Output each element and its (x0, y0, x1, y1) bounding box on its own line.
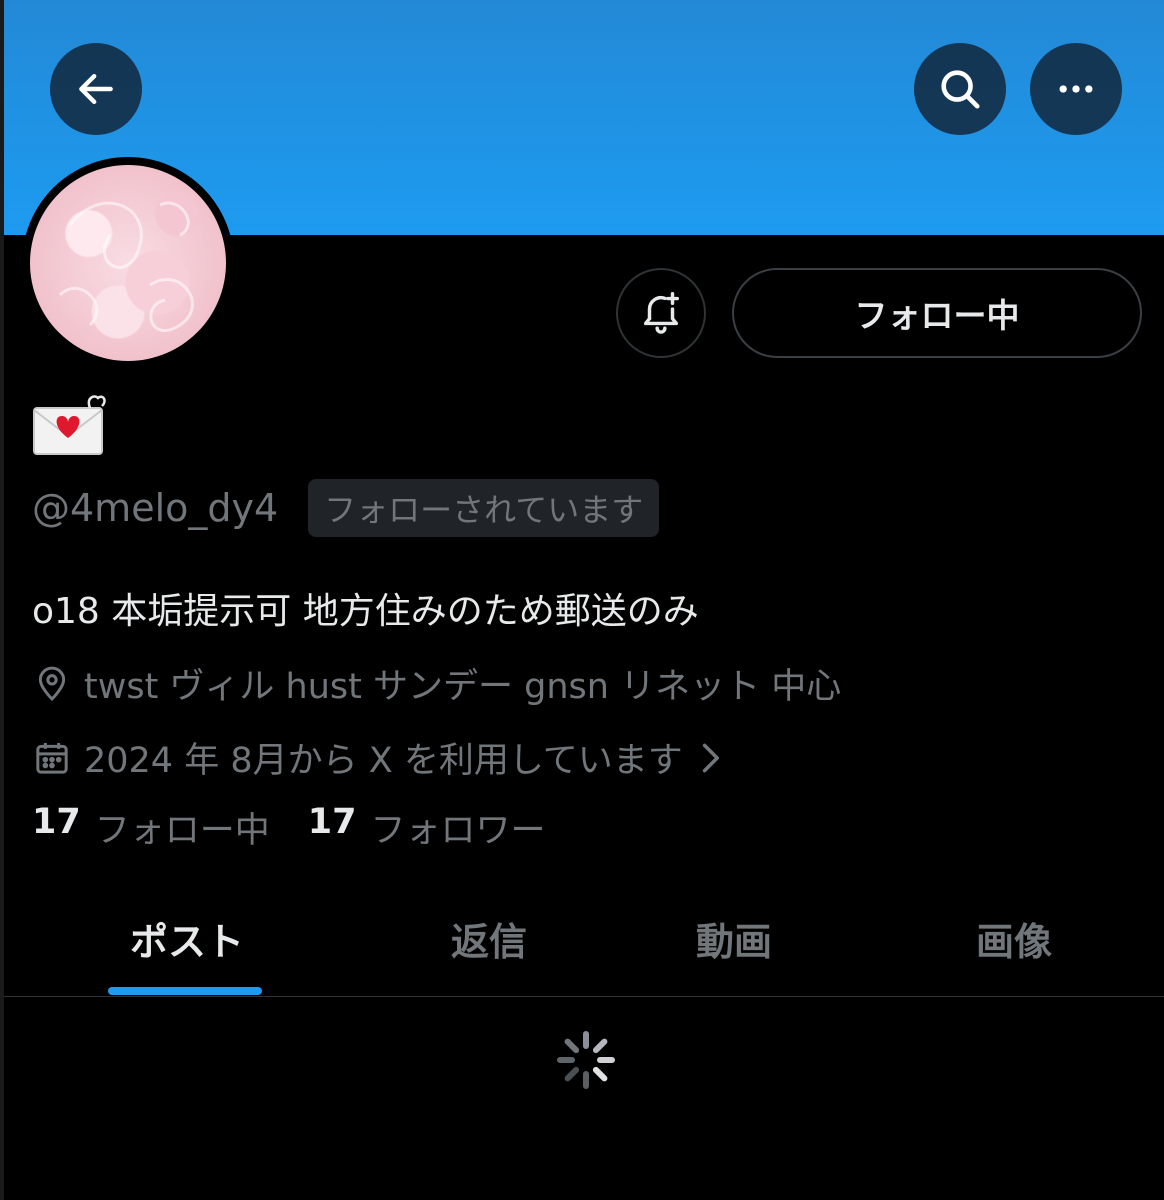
more-options-button[interactable] (1030, 43, 1122, 135)
profile-location: twst ヴィル hust サンデー gnsn リネット 中心 (84, 667, 842, 707)
active-tab-indicator (108, 987, 262, 995)
search-icon (937, 66, 983, 112)
tab-posts[interactable]: ポスト (108, 880, 266, 996)
profile-bio: o18 本垢提示可 地方住みのため郵送のみ (32, 591, 699, 632)
more-horizontal-icon (1054, 67, 1098, 111)
followers-label: フォロワー (370, 811, 546, 851)
tab-replies[interactable]: 返信 (414, 880, 564, 996)
avatar-image (30, 165, 226, 361)
search-button[interactable] (914, 43, 1006, 135)
calendar-icon (32, 738, 72, 778)
following-label: フォロー中 (94, 811, 270, 851)
follows-you-badge: フォローされています (308, 479, 660, 537)
joined-row[interactable]: 2024 年 8月から X を利用しています (32, 732, 725, 783)
back-button[interactable] (50, 43, 142, 135)
avatar[interactable] (22, 157, 234, 369)
love-letter-emoji (32, 395, 108, 460)
tab-images[interactable]: 画像 (934, 880, 1094, 996)
location-pin-icon (32, 664, 72, 704)
profile-joined-date: 2024 年 8月から X を利用しています (84, 741, 683, 781)
followers-count-link[interactable]: 17 フォロワー (308, 802, 546, 853)
follow-counts: 17 フォロー中 17 フォロワー (32, 802, 583, 853)
followers-count: 17 (307, 802, 357, 842)
arrow-left-icon (74, 67, 118, 111)
display-name (32, 392, 108, 456)
following-count: 17 (32, 802, 81, 842)
profile-handle: @4melo_dy4 (32, 486, 279, 530)
notify-button[interactable] (616, 268, 706, 358)
bell-plus-icon (638, 288, 684, 338)
handle-row: @4melo_dy4 フォローされています (32, 479, 660, 537)
following-count-link[interactable]: 17 フォロー中 (32, 802, 270, 853)
tab-videos[interactable]: 動画 (654, 880, 814, 996)
following-button[interactable]: フォロー中 (732, 268, 1142, 358)
chevron-right-icon (695, 740, 725, 776)
location-row: twst ヴィル hust サンデー gnsn リネット 中心 (32, 658, 841, 709)
profile-tabs: ポスト 返信 動画 画像 (4, 880, 1164, 997)
loading-spinner-icon (556, 1030, 616, 1090)
